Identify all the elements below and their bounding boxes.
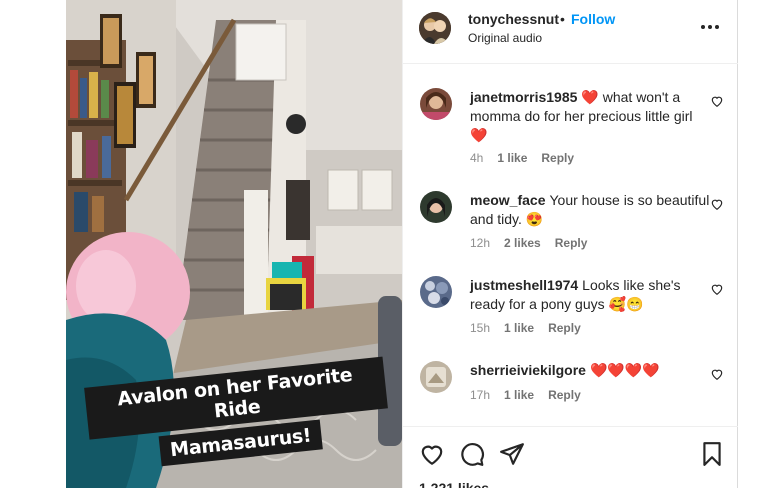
comment-avatar[interactable]	[420, 88, 452, 120]
right-backdrop	[738, 0, 782, 488]
comment-body: ❤️❤️❤️❤️	[589, 362, 660, 378]
comment-like-icon[interactable]	[710, 367, 724, 381]
comment-time[interactable]: 12h	[470, 236, 490, 250]
post-side-panel: tonychessnut • Follow Original audio jan…	[402, 0, 738, 488]
comment-like-icon[interactable]	[710, 197, 724, 211]
comment-likes[interactable]: 2 likes	[504, 236, 541, 250]
share-icon[interactable]	[499, 441, 525, 467]
comment-text: janetmorris1985 ❤️ what won't a momma do …	[470, 88, 710, 145]
reply-button[interactable]: Reply	[541, 151, 574, 165]
heart-icon[interactable]	[419, 441, 445, 467]
comment-text: meow_face Your house is so beautiful and …	[470, 191, 710, 229]
comment-icon[interactable]	[459, 441, 485, 467]
comment-avatar[interactable]	[420, 276, 452, 308]
post-header: tonychessnut • Follow Original audio	[403, 0, 738, 64]
author-username[interactable]: tonychessnut	[468, 11, 559, 27]
comment-username[interactable]: justmeshell1974	[470, 277, 578, 293]
left-backdrop	[0, 0, 66, 488]
comment-time[interactable]: 4h	[470, 151, 483, 165]
comment-avatar[interactable]	[420, 191, 452, 223]
comment-like-icon[interactable]	[710, 94, 724, 108]
post-viewer: Avalon on her Favorite Ride Mamasaurus! …	[0, 0, 782, 488]
comment-likes[interactable]: 1 like	[504, 321, 534, 335]
post-media[interactable]: Avalon on her Favorite Ride Mamasaurus!	[66, 0, 402, 488]
comment-username[interactable]: sherrieiviekilgore	[470, 362, 586, 378]
comment-text: sherrieiviekilgore ❤️❤️❤️❤️	[470, 361, 710, 380]
comment-meta: 12h 2 likes Reply	[470, 236, 601, 250]
reply-button[interactable]: Reply	[548, 321, 581, 335]
comment-like-icon[interactable]	[710, 282, 724, 296]
reply-button[interactable]: Reply	[548, 388, 581, 402]
comment-username[interactable]: janetmorris1985	[470, 89, 577, 105]
comment-meta: 15h 1 like Reply	[470, 321, 595, 335]
bookmark-icon[interactable]	[699, 441, 725, 467]
audio-label[interactable]: Original audio	[468, 31, 542, 45]
comment-avatar[interactable]	[420, 361, 452, 393]
comment-likes[interactable]: 1 like	[504, 388, 534, 402]
comment-likes[interactable]: 1 like	[497, 151, 527, 165]
reply-button[interactable]: Reply	[555, 236, 588, 250]
comment-text: justmeshell1974 Looks like she's ready fo…	[470, 276, 710, 314]
comment-meta: 4h 1 like Reply	[470, 151, 588, 165]
comment-time[interactable]: 15h	[470, 321, 490, 335]
comment-time[interactable]: 17h	[470, 388, 490, 402]
likes-count[interactable]: 1,221 likes	[419, 480, 489, 488]
follow-button[interactable]: Follow	[571, 11, 615, 27]
post-action-bar	[403, 426, 738, 488]
comment-username[interactable]: meow_face	[470, 192, 545, 208]
separator-dot: •	[560, 11, 565, 27]
more-options-icon[interactable]	[699, 17, 721, 37]
comment-meta: 17h 1 like Reply	[470, 388, 595, 402]
author-avatar[interactable]	[419, 12, 451, 44]
